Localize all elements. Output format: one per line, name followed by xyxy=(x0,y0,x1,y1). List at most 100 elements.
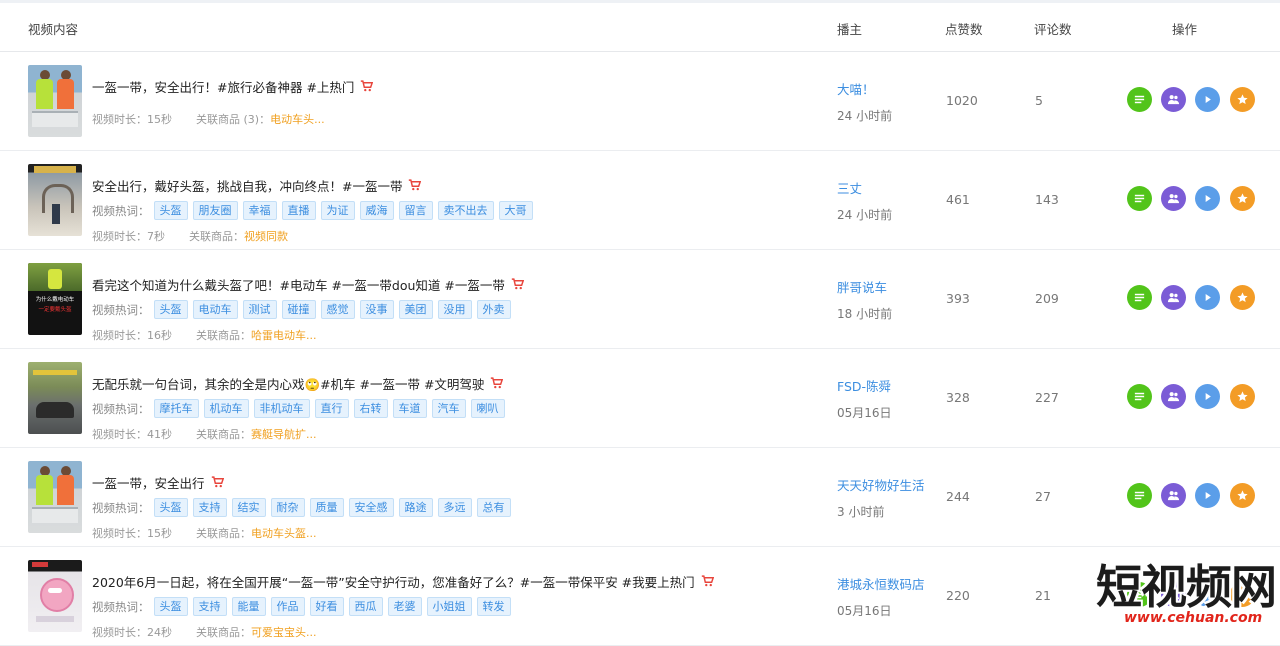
hotword-tag[interactable]: 直播 xyxy=(281,201,316,220)
video-thumbnail[interactable] xyxy=(28,65,82,137)
hotword-tag[interactable]: 朋友圈 xyxy=(192,201,238,220)
hotword-tag[interactable]: 为证 xyxy=(320,201,355,220)
hotword-tag[interactable]: 非机动车 xyxy=(253,399,310,418)
related-goods-link[interactable]: 赛艇导航扩... xyxy=(251,428,317,441)
video-title[interactable]: 一盔一带，安全出行！#旅行必备神器 #上热门 xyxy=(92,77,374,96)
col-comments-header[interactable]: 评论数 xyxy=(1034,19,1072,38)
hotword-tag[interactable]: 幸福 xyxy=(242,201,277,220)
hotword-tag[interactable]: 没用 xyxy=(437,300,472,319)
video-title[interactable]: 无配乐就一句台词，其余的全是内心戏🙄#机车 #一盔一带 #文明驾驶 xyxy=(92,374,504,393)
detail-button[interactable] xyxy=(1127,285,1152,310)
anchor-name-link[interactable]: 港城永恒数码店 xyxy=(837,574,925,593)
hotword-tag[interactable]: 车道 xyxy=(392,399,427,418)
anchor-name-link[interactable]: 天天好物好生活 xyxy=(837,475,925,494)
related-goods-link[interactable]: 视频同款 xyxy=(244,230,288,243)
shopping-cart-icon[interactable] xyxy=(360,80,374,94)
related-goods-link[interactable]: 可爱宝宝头... xyxy=(251,626,317,639)
hotword-tag[interactable]: 结实 xyxy=(231,498,266,517)
video-title-text[interactable]: 看完这个知道为什么戴头盔了吧！#电动车 #一盔一带dou知道 #一盔一带 xyxy=(92,278,505,293)
hotword-tag[interactable]: 路途 xyxy=(398,498,433,517)
hotword-tag[interactable]: 喇叭 xyxy=(470,399,505,418)
hotword-tag[interactable]: 质量 xyxy=(309,498,344,517)
detail-button[interactable] xyxy=(1127,87,1152,112)
hotword-tag[interactable]: 小姐姐 xyxy=(426,597,472,616)
hotword-tag[interactable]: 头盔 xyxy=(153,597,188,616)
video-title[interactable]: 2020年6月一日起，将在全国开展“一盔一带”安全守护行动，您准备好了么？#一盔… xyxy=(92,572,714,591)
related-goods-link[interactable]: 电动车头... xyxy=(270,113,325,126)
hotword-tag[interactable]: 西瓜 xyxy=(348,597,383,616)
favorite-button[interactable] xyxy=(1230,87,1255,112)
hotword-tag[interactable]: 支持 xyxy=(192,597,227,616)
hotword-tag[interactable]: 转发 xyxy=(476,597,511,616)
hotword-tag[interactable]: 直行 xyxy=(314,399,349,418)
anchor-name-link[interactable]: 三丈 xyxy=(837,178,862,197)
hotword-tag[interactable]: 支持 xyxy=(192,498,227,517)
video-thumbnail[interactable]: 为什么戴电动车 一定要戴头盔 xyxy=(28,263,82,335)
video-title-text[interactable]: 一盔一带，安全出行！#旅行必备神器 #上热门 xyxy=(92,80,354,95)
video-title-text[interactable]: 2020年6月一日起，将在全国开展“一盔一带”安全守护行动，您准备好了么？#一盔… xyxy=(92,575,695,590)
hotword-tag[interactable]: 头盔 xyxy=(153,201,188,220)
fans-button[interactable] xyxy=(1161,483,1186,508)
play-button[interactable] xyxy=(1195,384,1220,409)
hotword-tag[interactable]: 安全感 xyxy=(348,498,394,517)
hotword-tag[interactable]: 作品 xyxy=(270,597,305,616)
fans-button[interactable] xyxy=(1161,384,1186,409)
video-title-text[interactable]: 安全出行，戴好头盔，挑战自我，冲向终点！#一盔一带 xyxy=(92,179,402,194)
play-button[interactable] xyxy=(1195,285,1220,310)
favorite-button[interactable] xyxy=(1230,285,1255,310)
hotword-tag[interactable]: 没事 xyxy=(359,300,394,319)
hotword-tag[interactable]: 碰撞 xyxy=(281,300,316,319)
related-goods-link[interactable]: 哈雷电动车... xyxy=(251,329,317,342)
detail-button[interactable] xyxy=(1127,384,1152,409)
video-title-text[interactable]: 无配乐就一句台词，其余的全是内心戏🙄#机车 #一盔一带 #文明驾驶 xyxy=(92,377,484,392)
hotword-tag[interactable]: 摩托车 xyxy=(153,399,199,418)
detail-button[interactable] xyxy=(1127,483,1152,508)
video-thumbnail[interactable] xyxy=(28,461,82,533)
shopping-cart-icon[interactable] xyxy=(211,476,224,490)
hotword-tag[interactable]: 感觉 xyxy=(320,300,355,319)
video-title[interactable]: 安全出行，戴好头盔，挑战自我，冲向终点！#一盔一带 xyxy=(92,176,422,195)
hotword-tag[interactable]: 留言 xyxy=(398,201,433,220)
fans-button[interactable] xyxy=(1161,87,1186,112)
favorite-button[interactable] xyxy=(1230,186,1255,211)
detail-button[interactable] xyxy=(1127,186,1152,211)
shopping-cart-icon[interactable] xyxy=(701,575,714,589)
play-button[interactable] xyxy=(1195,87,1220,112)
shopping-cart-icon[interactable] xyxy=(511,278,525,292)
fans-button[interactable] xyxy=(1161,285,1186,310)
shopping-cart-icon[interactable] xyxy=(408,179,422,193)
anchor-name-link[interactable]: FSD-陈舜 xyxy=(837,376,891,395)
favorite-button[interactable] xyxy=(1230,483,1255,508)
video-thumbnail[interactable] xyxy=(28,560,82,632)
hotword-tag[interactable]: 汽车 xyxy=(431,399,466,418)
hotword-tag[interactable]: 好看 xyxy=(309,597,344,616)
video-thumbnail[interactable] xyxy=(28,164,82,236)
hotword-tag[interactable]: 卖不出去 xyxy=(437,201,494,220)
hotword-tag[interactable]: 威海 xyxy=(359,201,394,220)
play-button[interactable] xyxy=(1195,483,1220,508)
hotword-tag[interactable]: 大哥 xyxy=(498,201,533,220)
video-title-text[interactable]: 一盔一带，安全出行 xyxy=(92,476,205,491)
anchor-name-link[interactable]: 大喵！ xyxy=(837,79,875,98)
col-likes-header[interactable]: 点赞数 xyxy=(945,19,983,38)
related-goods-link[interactable]: 电动车头盔... xyxy=(251,527,317,540)
hotword-tag[interactable]: 右转 xyxy=(353,399,388,418)
hotword-tag[interactable]: 电动车 xyxy=(192,300,238,319)
fans-button[interactable] xyxy=(1161,186,1186,211)
hotword-tag[interactable]: 头盔 xyxy=(153,498,188,517)
hotword-tag[interactable]: 测试 xyxy=(242,300,277,319)
hotword-tag[interactable]: 外卖 xyxy=(476,300,511,319)
video-title[interactable]: 一盔一带，安全出行 xyxy=(92,473,224,492)
hotword-tag[interactable]: 总有 xyxy=(476,498,511,517)
hotword-tag[interactable]: 多远 xyxy=(437,498,472,517)
play-button[interactable] xyxy=(1195,186,1220,211)
hotword-tag[interactable]: 头盔 xyxy=(153,300,188,319)
favorite-button[interactable] xyxy=(1230,384,1255,409)
hotword-tag[interactable]: 美团 xyxy=(398,300,433,319)
anchor-name-link[interactable]: 胖哥说车 xyxy=(837,277,887,296)
hotword-tag[interactable]: 能量 xyxy=(231,597,266,616)
video-title[interactable]: 看完这个知道为什么戴头盔了吧！#电动车 #一盔一带dou知道 #一盔一带 xyxy=(92,275,525,294)
hotword-tag[interactable]: 老婆 xyxy=(387,597,422,616)
hotword-tag[interactable]: 耐杂 xyxy=(270,498,305,517)
hotword-tag[interactable]: 机动车 xyxy=(203,399,249,418)
